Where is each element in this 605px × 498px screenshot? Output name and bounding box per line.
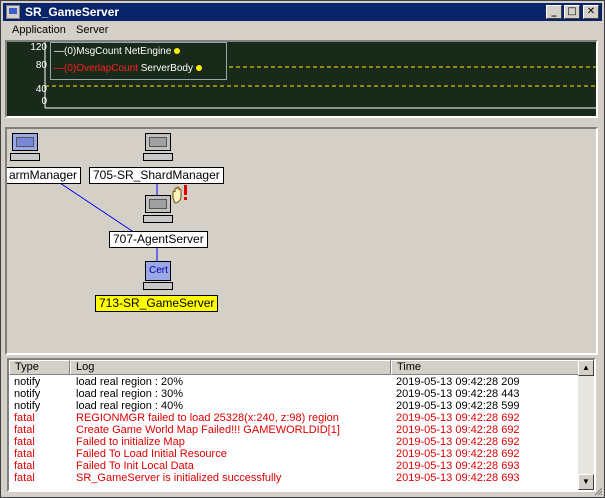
y-tick: 80	[35, 60, 47, 71]
graph-legend: —(0)MsgCount NetEngine —(0)OverlapCount …	[50, 42, 227, 80]
log-message-cell: Failed To Load Initial Resource	[76, 448, 227, 460]
log-time-cell: 2019-05-13 09:42:28 692	[396, 436, 520, 448]
menu-application[interactable]: Application	[12, 24, 66, 36]
log-time-cell: 2019-05-13 09:42:28 692	[396, 412, 520, 424]
hand-alert-icon[interactable]	[169, 184, 191, 208]
legend-dot-icon	[195, 65, 202, 72]
main-window: SR_GameServer _ □ ✕ Application Server 1…	[0, 0, 605, 498]
node-label-agentserver[interactable]: 707-AgentServer	[109, 231, 208, 248]
column-header-log[interactable]: Log	[70, 360, 391, 375]
log-type-cell: notify	[14, 400, 41, 412]
log-type-cell: notify	[14, 376, 41, 388]
legend-row: —(0)MsgCount NetEngine	[54, 46, 181, 57]
log-type-cell: notify	[14, 388, 41, 400]
legend-source: NetEngine	[124, 46, 172, 57]
menu-bar: Application Server	[3, 22, 602, 39]
log-message-cell: load real region : 20%	[76, 376, 184, 388]
log-type-cell: fatal	[14, 448, 35, 460]
log-time-cell: 2019-05-13 09:42:28 692	[396, 448, 520, 460]
log-row[interactable]: fatal Failed to initialize Map 2019-05-13 …	[9, 436, 579, 448]
computer-icon[interactable]	[143, 133, 173, 163]
legend-counter: MsgCount	[76, 46, 122, 57]
node-label-shardmanager[interactable]: 705-SR_ShardManager	[89, 167, 224, 184]
log-message-cell: load real region : 40%	[76, 400, 184, 412]
log-row[interactable]: fatal Failed To Init Local Data 2019-05-13…	[9, 460, 579, 472]
computer-icon[interactable]: Cert	[143, 261, 173, 291]
scroll-down-icon[interactable]: ▼	[578, 474, 594, 490]
y-tick: 0	[41, 96, 47, 107]
log-row[interactable]: notify load real region : 40% 2019-05-13 0…	[9, 400, 579, 412]
resize-grip-icon[interactable]	[593, 486, 603, 496]
app-icon	[6, 5, 20, 19]
cert-badge: Cert	[149, 265, 168, 276]
maximize-button[interactable]: □	[564, 5, 580, 19]
log-row[interactable]: fatal Failed To Load Initial Resource 2019…	[9, 448, 579, 460]
legend-prefix: —(0)	[54, 46, 77, 57]
log-time-cell: 2019-05-13 09:42:28 443	[396, 388, 520, 400]
y-tick: 120	[30, 42, 47, 53]
log-type-cell: fatal	[14, 460, 35, 472]
legend-source: ServerBody	[140, 63, 193, 74]
log-message-cell: load real region : 30%	[76, 388, 184, 400]
log-type-cell: fatal	[14, 436, 35, 448]
legend-row: —(0)OverlapCount ServerBody	[54, 63, 202, 74]
menu-server[interactable]: Server	[76, 24, 108, 36]
log-type-cell: fatal	[14, 424, 35, 436]
server-topology: armManager 705-SR_ShardManager 707-Agent…	[5, 127, 598, 355]
legend-dot-icon	[174, 48, 181, 55]
log-list: Type Log Time notify load real region : 2…	[7, 358, 596, 492]
log-message-cell: Create Game World Map Failed!!! GAMEWORL…	[76, 424, 340, 436]
computer-icon[interactable]	[10, 133, 40, 163]
title-bar[interactable]: SR_GameServer _ □ ✕	[3, 3, 602, 21]
node-label-gameserver[interactable]: 713-SR_GameServer	[95, 295, 219, 312]
log-message-cell: SR_GameServer is initialized successfull…	[76, 472, 282, 484]
performance-graph: 120 80 40 0 —(0)MsgCount NetEngine —(0)O…	[5, 40, 598, 118]
close-button[interactable]: ✕	[583, 5, 599, 19]
y-tick: 40	[35, 84, 47, 95]
log-row[interactable]: fatal Create Game World Map Failed!!! GAM…	[9, 424, 579, 436]
log-message-cell: REGIONMGR failed to load 25328(x:240, z:…	[76, 412, 339, 424]
log-row[interactable]: notify load real region : 30% 2019-05-13 0…	[9, 388, 579, 400]
node-label-farmmanager[interactable]: armManager	[7, 167, 82, 184]
legend-prefix: —(0)	[54, 63, 77, 74]
log-message-cell: Failed To Init Local Data	[76, 460, 194, 472]
log-time-cell: 2019-05-13 09:42:28 693	[396, 460, 520, 472]
log-type-cell: fatal	[14, 412, 35, 424]
log-type-cell: fatal	[14, 472, 35, 484]
topology-links	[56, 180, 158, 265]
scroll-up-icon[interactable]: ▲	[578, 360, 594, 376]
minimize-button[interactable]: _	[546, 5, 562, 19]
log-time-cell: 2019-05-13 09:42:28 209	[396, 376, 520, 388]
log-row[interactable]: fatal SR_GameServer is initialized succes…	[9, 472, 579, 484]
log-row[interactable]: fatal REGIONMGR failed to load 25328(x:24…	[9, 412, 579, 424]
log-message-cell: Failed to initialize Map	[76, 436, 185, 448]
log-row[interactable]: notify load real region : 20% 2019-05-13 0…	[9, 376, 579, 388]
vertical-scrollbar[interactable]: ▲ ▼	[578, 360, 594, 490]
column-header-type[interactable]: Type	[9, 360, 70, 375]
log-time-cell: 2019-05-13 09:42:28 599	[396, 400, 520, 412]
window-title: SR_GameServer	[25, 5, 120, 19]
log-time-cell: 2019-05-13 09:42:28 692	[396, 424, 520, 436]
log-time-cell: 2019-05-13 09:42:28 693	[396, 472, 520, 484]
column-header-time[interactable]: Time	[391, 360, 580, 375]
legend-counter: OverlapCount	[76, 63, 138, 74]
